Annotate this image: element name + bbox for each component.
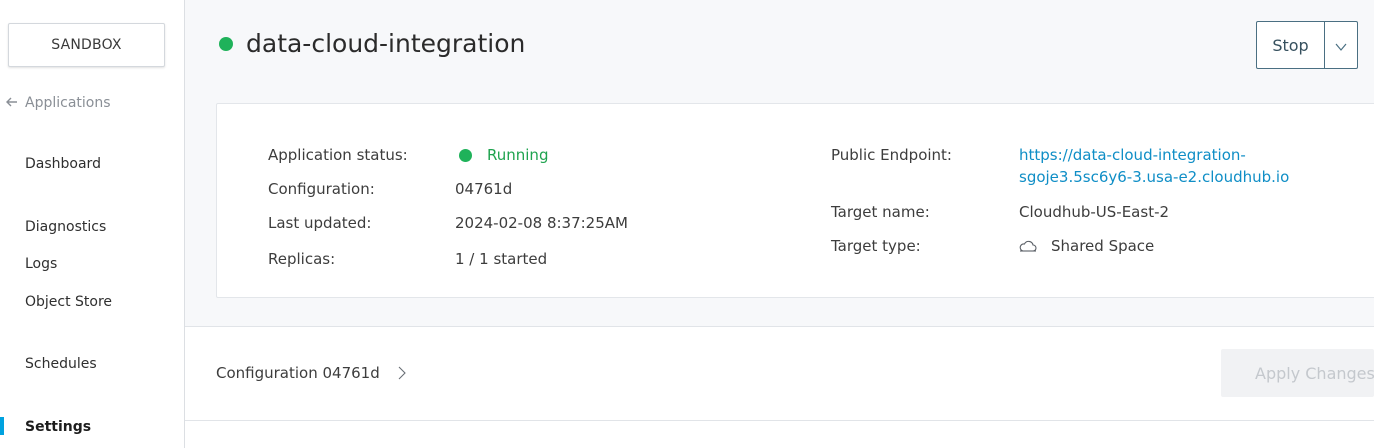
sidebar-item-settings[interactable]: Settings — [25, 417, 91, 437]
environment-button[interactable]: SANDBOX — [8, 23, 165, 67]
endpoint-line-1: https://data-cloud-integration- — [1019, 146, 1246, 164]
app-header: data-cloud-integration Stop — [185, 0, 1374, 90]
stop-menu-button[interactable] — [1325, 22, 1357, 68]
active-indicator — [0, 417, 4, 435]
public-endpoint-link[interactable]: https://data-cloud-integration- sgoje3.5… — [1019, 144, 1319, 188]
last-updated-label: Last updated: — [268, 214, 372, 232]
target-type-label: Target type: — [831, 237, 921, 255]
endpoint-label: Public Endpoint: — [831, 146, 952, 164]
status-value: Running — [459, 144, 548, 166]
sidebar-item-logs[interactable]: Logs — [25, 254, 57, 274]
status-dot-icon — [219, 37, 233, 51]
running-dot-icon — [459, 148, 472, 162]
configuration-label: Configuration: — [268, 180, 375, 198]
target-type-text: Shared Space — [1051, 237, 1155, 255]
back-link-label: Applications — [25, 95, 111, 111]
arrow-left-icon — [6, 95, 20, 111]
configuration-link-label: Configuration 04761d — [216, 364, 380, 382]
cloud-icon — [1019, 239, 1037, 253]
chevron-down-icon — [1335, 36, 1347, 55]
endpoint-line-2: sgoje3.5sc6y6-3.usa-e2.cloudhub.io — [1019, 168, 1290, 186]
page-title: data-cloud-integration — [246, 29, 526, 58]
target-name-value: Cloudhub-US-East-2 — [1019, 203, 1170, 221]
target-type-value: Shared Space — [1019, 235, 1154, 257]
app-details-card: Application status: Running Configuratio… — [216, 103, 1374, 298]
stop-button[interactable]: Stop — [1257, 22, 1325, 68]
main-content: data-cloud-integration Stop Application … — [185, 0, 1374, 448]
configuration-link[interactable]: Configuration 04761d — [216, 362, 406, 384]
bottom-panel — [185, 421, 1374, 448]
stop-button-group: Stop — [1256, 21, 1358, 69]
configuration-bar: Configuration 04761d Apply Changes — [185, 327, 1374, 420]
status-label: Application status: — [268, 146, 408, 164]
sidebar-item-diagnostics[interactable]: Diagnostics — [25, 217, 106, 237]
back-to-applications-link[interactable]: Applications — [6, 93, 111, 113]
replicas-value: 1 / 1 started — [455, 250, 548, 268]
sidebar: SANDBOX Applications Dashboard Diagnosti… — [0, 0, 185, 448]
sidebar-item-object-store[interactable]: Object Store — [25, 292, 112, 312]
sidebar-item-dashboard[interactable]: Dashboard — [25, 154, 101, 174]
status-value-text: Running — [487, 146, 549, 164]
last-updated-value: 2024-02-08 8:37:25AM — [455, 214, 628, 232]
replicas-label: Replicas: — [268, 250, 336, 268]
sidebar-item-schedules[interactable]: Schedules — [25, 354, 97, 374]
apply-changes-button[interactable]: Apply Changes — [1221, 349, 1374, 397]
environment-label: SANDBOX — [51, 37, 122, 53]
target-name-label: Target name: — [831, 203, 930, 221]
chevron-right-icon — [398, 366, 406, 380]
apply-changes-label: Apply Changes — [1255, 363, 1374, 383]
configuration-value: 04761d — [455, 180, 513, 198]
stop-button-label: Stop — [1272, 35, 1309, 55]
